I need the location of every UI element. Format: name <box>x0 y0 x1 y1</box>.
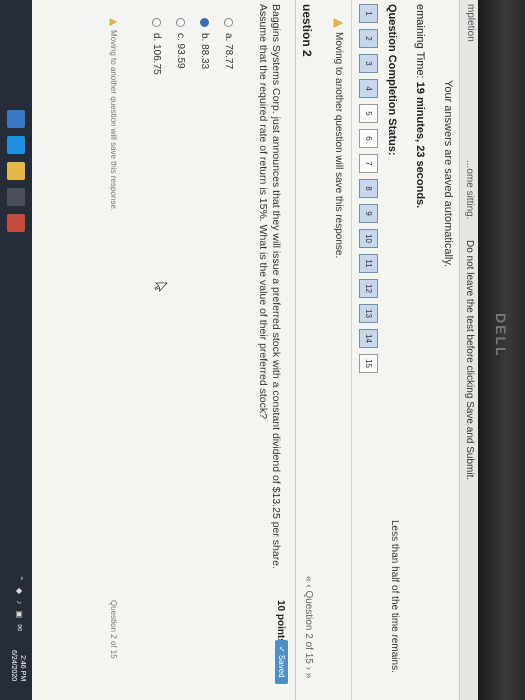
option-b[interactable]: b. 88.33 <box>199 18 210 69</box>
remaining-time: emaining Time: 19 minutes, 23 seconds. <box>414 4 426 208</box>
store-icon[interactable] <box>7 188 25 206</box>
radio-a[interactable] <box>224 18 233 27</box>
file-explorer-icon[interactable] <box>7 162 25 180</box>
autosave-message: Your answers are saved automatically. <box>442 80 454 268</box>
remaining-time-value: 19 minutes, 23 seconds. <box>414 81 426 209</box>
option-a[interactable]: a. 78.77 <box>223 18 234 69</box>
question-nav-bottom[interactable]: Question 2 of 15 <box>109 600 118 659</box>
question-heading: uestion 2 <box>300 4 314 57</box>
option-d-label: d. 106.75 <box>151 33 162 75</box>
divider <box>351 0 352 700</box>
option-b-label: b. 88.33 <box>199 33 210 70</box>
clock[interactable]: 2:46 PM 6/24/2020 <box>9 650 27 681</box>
option-d[interactable]: d. 106.75 <box>151 18 162 75</box>
radio-c[interactable] <box>176 18 185 27</box>
question-status-9[interactable]: 9 <box>359 204 378 223</box>
edge-icon[interactable] <box>7 136 25 154</box>
completion-status-label: Question Completion Status: <box>386 4 398 156</box>
question-status-3[interactable]: 3 <box>359 54 378 73</box>
warning-icon <box>334 18 344 28</box>
question-status-13[interactable]: 13 <box>359 304 378 323</box>
question-status-5[interactable]: 5 <box>359 104 378 123</box>
monitor-logo: DELL <box>493 313 509 358</box>
question-status-1[interactable]: 1 <box>359 4 378 23</box>
mouse-cursor-icon <box>154 282 168 292</box>
app-icon[interactable] <box>7 214 25 232</box>
remaining-time-label: emaining Time: <box>414 4 426 79</box>
question-status-14[interactable]: 14 <box>359 329 378 348</box>
time-remaining-note: Less than half of the time remains. <box>389 520 400 673</box>
test-screen: mpletion ...ome sitting. Do not leave th… <box>0 0 478 700</box>
top-bar: mpletion ...ome sitting. Do not leave th… <box>459 0 478 700</box>
option-a-label: a. 78.77 <box>223 33 234 70</box>
move-note: Moving to another question will save thi… <box>333 18 344 258</box>
top-left-label: mpletion <box>465 4 476 42</box>
taskbar: ⌃ ◆ ♪ ▣ ✉ 2:46 PM 6/24/2020 <box>0 0 32 700</box>
save-warning: Do not leave the test before clicking Sa… <box>464 240 475 481</box>
task-view-icon[interactable] <box>7 110 25 128</box>
saved-badge: ✓ Saved <box>275 640 288 684</box>
question-status-12[interactable]: 12 <box>359 279 378 298</box>
points-label: 10 points <box>275 600 286 644</box>
radio-d[interactable] <box>152 18 161 27</box>
question-status-2[interactable]: 2 <box>359 29 378 48</box>
question-status-6[interactable]: 6 <box>359 129 378 148</box>
option-c-label: c. 93.59 <box>175 33 186 69</box>
bottom-move-note: Moving to another question will save thi… <box>109 18 118 211</box>
warning-prefix: ...ome sitting. <box>464 160 475 220</box>
question-status-15[interactable]: 15 <box>359 354 378 373</box>
question-status-10[interactable]: 10 <box>359 229 378 248</box>
question-status-bar: 1 2 3 4 5 6 7 8 9 10 11 12 13 14 15 <box>359 4 378 373</box>
question-status-8[interactable]: 8 <box>359 179 378 198</box>
bottom-warning-icon <box>110 18 118 26</box>
option-c[interactable]: c. 93.59 <box>175 18 186 69</box>
clock-date: 6/24/2020 <box>10 650 17 682</box>
question-status-4[interactable]: 4 <box>359 79 378 98</box>
question-status-7[interactable]: 7 <box>359 154 378 173</box>
question-status-11[interactable]: 11 <box>359 254 378 273</box>
question-nav-top[interactable]: « ‹ Question 2 of 15 › » <box>303 576 314 678</box>
move-note-text: Moving to another question will save thi… <box>333 32 344 259</box>
clock-time: 2:46 PM <box>19 655 26 682</box>
question-text: Baggins Systems Corp. just announces tha… <box>257 4 282 569</box>
bottom-move-note-text: Moving to another question will save thi… <box>109 30 118 211</box>
radio-b[interactable] <box>200 18 209 27</box>
system-tray[interactable]: ⌃ ◆ ♪ ▣ ✉ <box>15 575 24 633</box>
question-header-divider <box>295 0 296 700</box>
